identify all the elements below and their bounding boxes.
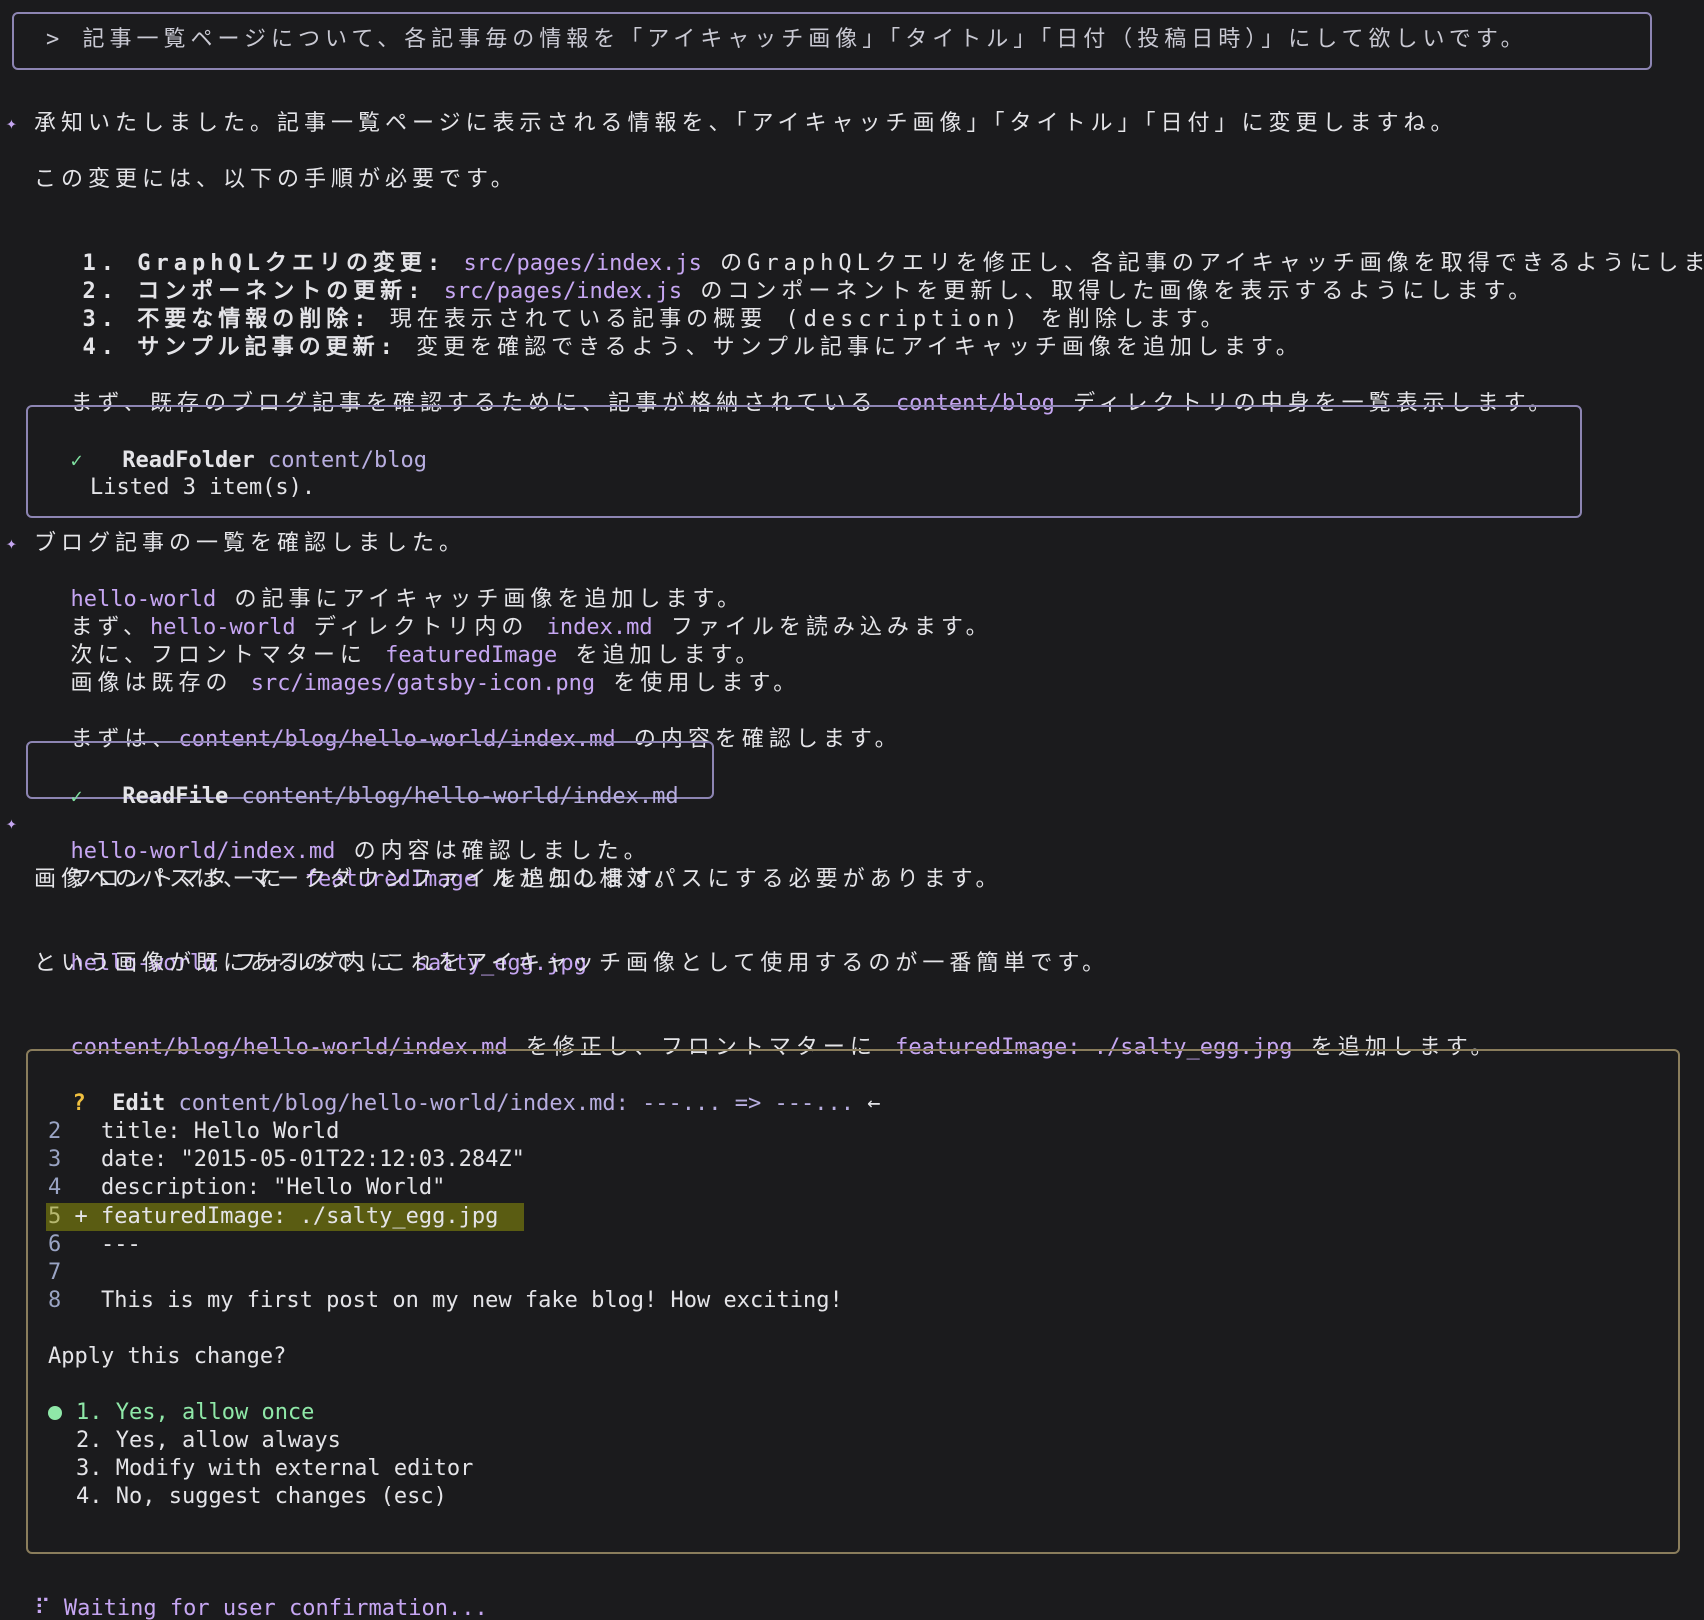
response2-l3: まず、hello-world ディレクトリ内の index.md ファイルを読み… [34, 586, 993, 640]
check-icon: ✓ [70, 784, 83, 808]
response2-l2: hello-world の記事にアイキャッチ画像を追加します。 [34, 558, 744, 612]
check-icon: ✓ [70, 448, 83, 472]
edit-header: ? Edit content/blog/hello-world/index.md… [46, 1062, 881, 1116]
option-number: 4. [76, 1484, 103, 1509]
line-number: 7 [48, 1260, 62, 1285]
line-number: 8 [48, 1288, 62, 1313]
response3-l1: hello-world/index.md の内容は確認しました。 [34, 810, 651, 864]
step-3: 3. 不要な情報の削除: 現在表示されている記事の概要 (description… [46, 278, 1228, 332]
diff-line: 4 description: "Hello World" [48, 1174, 445, 1202]
code-gatsby-icon: src/images/gatsby-icon.png [250, 671, 596, 696]
apply-question: Apply this change? [48, 1344, 287, 1369]
diff-line: 8 This is my first post on my new fake b… [48, 1287, 843, 1315]
diff-line: 2 title: Hello World [48, 1118, 339, 1146]
line-number: 2 [48, 1119, 62, 1144]
edit-tool-arg: content/blog/hello-world/index.md: ---..… [178, 1091, 854, 1116]
diff-line-added: 5 + featuredImage: ./salty_egg.jpg [48, 1203, 498, 1231]
edit-tool-name: Edit [112, 1091, 166, 1116]
status-text: Waiting for user confirmation... [63, 1596, 488, 1620]
step-2: 2. コンポーネントの更新: src/pages/index.js のコンポーネ… [46, 250, 1535, 304]
response2-l5: 画像は既存の src/images/gatsby-icon.png を使用します… [34, 642, 800, 696]
response3-l2: フロントマターに featuredImage を追加します。 [34, 838, 682, 892]
option-label: Yes, allow always [115, 1428, 341, 1453]
response3-l5: という画像が既にあるので、これをアイキャッチ画像として使用するのが一番簡単です。 [34, 951, 1110, 976]
line-number: 3 [48, 1147, 62, 1172]
response3-l6: content/blog/hello-world/index.md を修正し、フ… [34, 1006, 1498, 1060]
tool-readfolder-arg: content/blog [268, 448, 427, 473]
option-label: No, suggest changes (esc) [115, 1484, 447, 1509]
tool-readfile-header: ✓ ReadFile content/blog/hello-world/inde… [44, 754, 679, 809]
next-action: まず、既存のブログ記事を確認するために、記事が格納されている content/b… [34, 362, 1555, 416]
response2-l1: ブログ記事の一覧を確認しました。 [34, 531, 467, 556]
option-external-editor[interactable]: 3. Modify with external editor [76, 1455, 473, 1483]
option-number: 1. [76, 1400, 103, 1425]
selected-option-dot [48, 1406, 62, 1420]
option-allow-once[interactable]: 1. Yes, allow once [76, 1399, 314, 1427]
response3-l4: hello-world フォルダ内に salty_egg.jpg [34, 922, 587, 976]
option-label: Yes, allow once [115, 1400, 315, 1425]
step-4-num: 4. [82, 335, 119, 360]
response2-l5-pre: 画像は既存の [70, 671, 233, 696]
diff-line: 6 --- [48, 1231, 141, 1259]
diff-line: 7 [48, 1259, 101, 1287]
sparkle-icon: ✦ [6, 533, 17, 554]
response3-l3: 画像へのパスは、マークダウンファイルからの相対パスにする必要があります。 [34, 867, 1003, 892]
diff-line: 3 date: "2015-05-01T22:12:03.284Z" [48, 1146, 525, 1174]
option-allow-always[interactable]: 2. Yes, allow always [76, 1427, 341, 1455]
sparkle-icon: ✦ [6, 113, 17, 134]
diff-text: featuredImage: ./salty_egg.jpg [101, 1204, 499, 1229]
line-number: 4 [48, 1175, 62, 1200]
diff-plus-sign: + [74, 1204, 88, 1229]
response2-l6: まずは、content/blog/hello-world/index.md の内… [34, 698, 902, 752]
diff-text: This is my first post on my new fake blo… [101, 1288, 843, 1313]
option-number: 2. [76, 1428, 103, 1453]
steps-intro: この変更には、以下の手順が必要です。 [34, 167, 518, 192]
sparkle-icon: ✦ [6, 813, 17, 834]
tool-readfolder-result: Listed 3 item(s). [90, 475, 316, 500]
response2-l4: 次に、フロントマターに featuredImage を追加します。 [34, 614, 762, 668]
tool-readfile-name: ReadFile [122, 784, 229, 809]
status-line: ⠏ Waiting for user confirmation... [8, 1567, 488, 1620]
option-suggest-changes[interactable]: 4. No, suggest changes (esc) [76, 1483, 447, 1511]
diff-text: title: Hello World [101, 1119, 340, 1144]
diff-text: date: "2015-05-01T22:12:03.284Z" [101, 1147, 525, 1172]
response-intro: 承知いたしました。記事一覧ページに表示される情報を、「アイキャッチ画像」「タイト… [34, 111, 1458, 136]
step-4: 4. サンプル記事の更新: 変更を確認できるよう、サンプル記事にアイキャッチ画像… [46, 306, 1303, 360]
option-label: Modify with external editor [115, 1456, 474, 1481]
user-prompt-text: > 記事一覧ページについて、各記事毎の情報を「アイキャッチ画像」「タイトル」「日… [46, 27, 1528, 52]
diff-text: --- [101, 1232, 141, 1257]
tool-readfolder-header: ✓ ReadFolder content/blog [44, 418, 427, 473]
step-1: 1. GraphQLクエリの変更: src/pages/index.js のGr… [46, 222, 1704, 276]
arrow-left-icon: ← [867, 1091, 881, 1116]
step-4-title: サンプル記事の更新: [137, 335, 398, 360]
tool-readfile-arg: content/blog/hello-world/index.md [241, 784, 679, 809]
option-number: 3. [76, 1456, 103, 1481]
response2-l5-post: を使用します。 [613, 671, 801, 696]
diff-text: description: "Hello World" [101, 1175, 446, 1200]
question-icon: ? [72, 1091, 86, 1116]
spinner-icon: ⠏ [34, 1596, 51, 1620]
tool-readfolder-name: ReadFolder [122, 448, 255, 473]
step-4-rest: 変更を確認できるよう、サンプル記事にアイキャッチ画像を追加します。 [416, 335, 1303, 360]
line-number: 6 [48, 1232, 62, 1257]
line-number: 5 [48, 1204, 62, 1229]
